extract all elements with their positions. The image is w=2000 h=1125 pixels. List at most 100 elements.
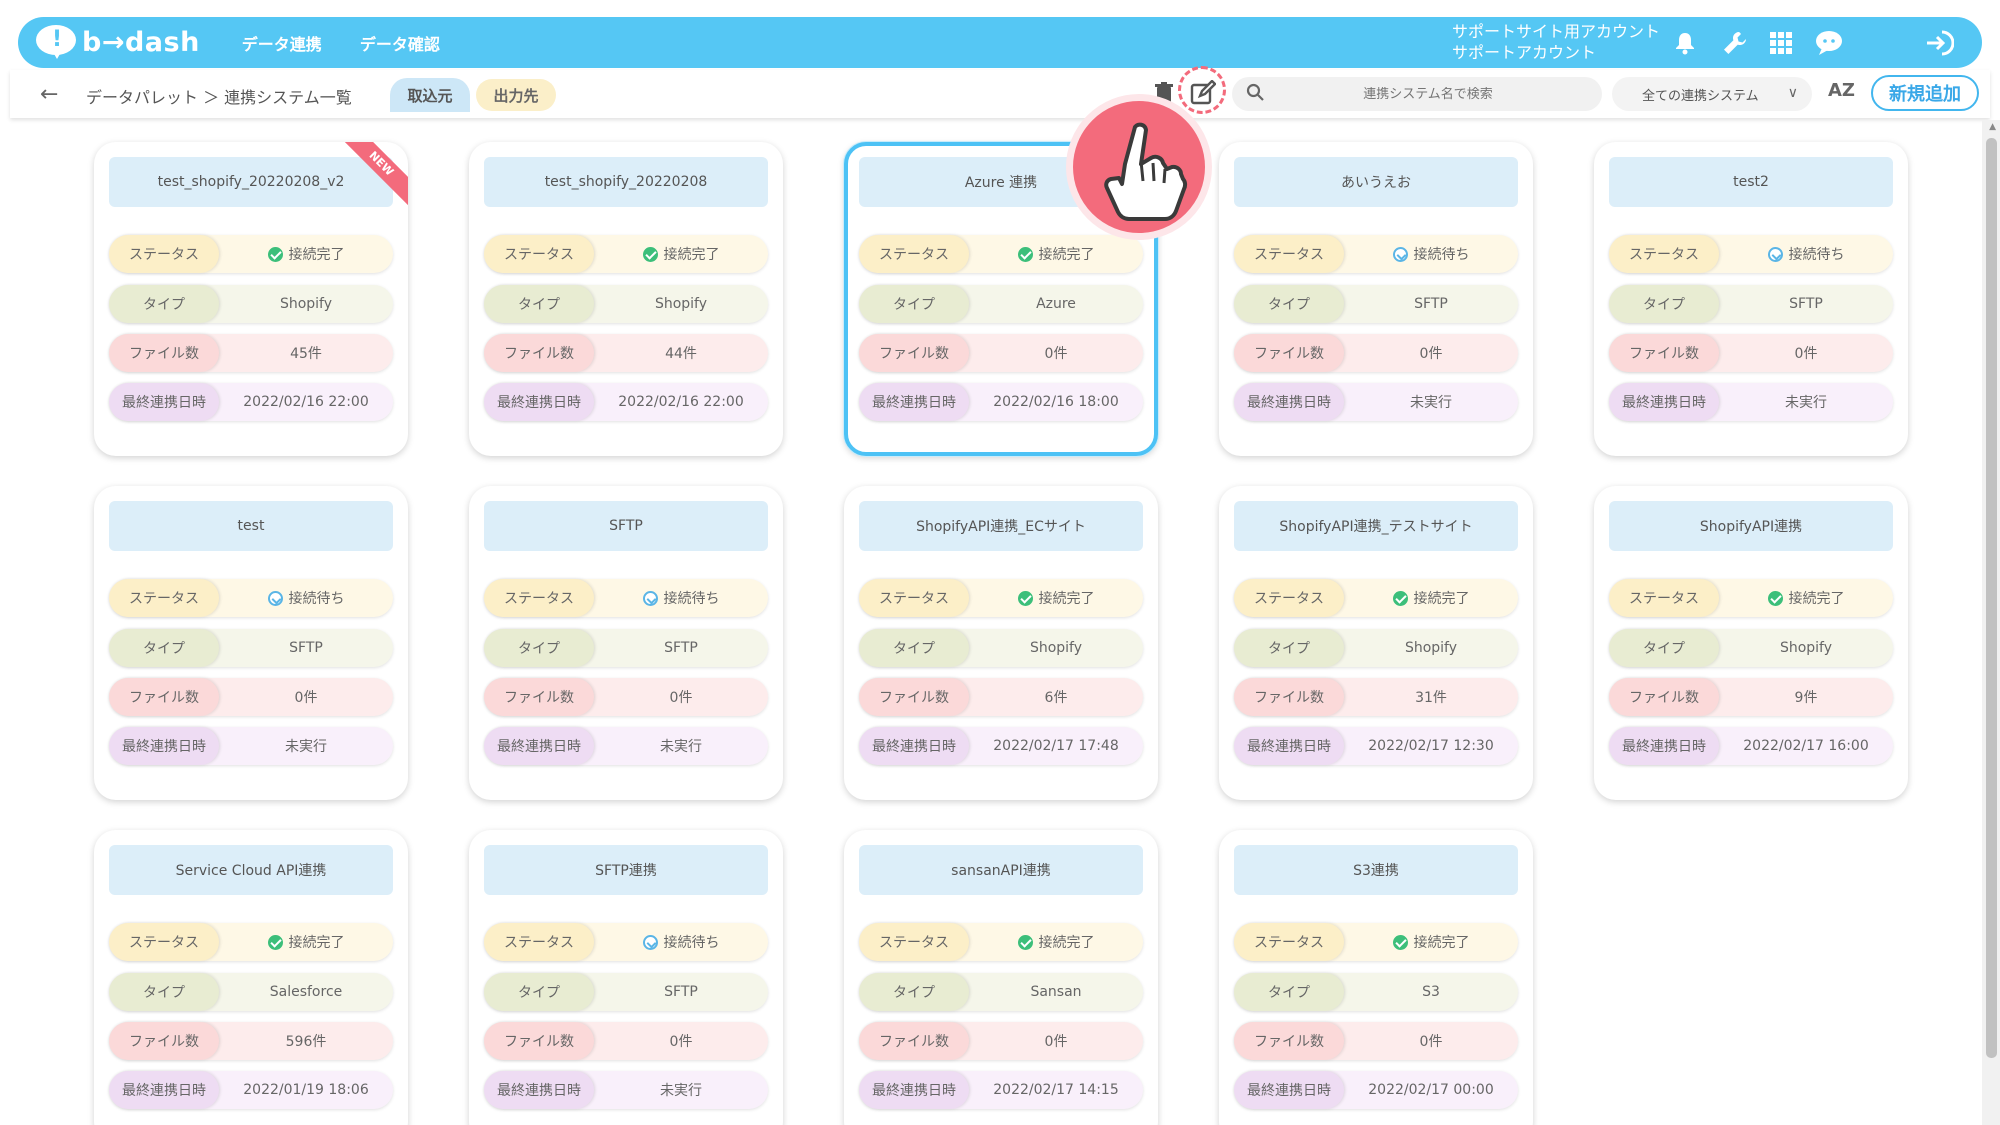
back-arrow-icon[interactable]: ← [40,82,58,107]
file-count-row: ファイル数 45件 [109,334,393,372]
status-row: ステータス 接続完了 [1234,579,1518,617]
type-value: Shopify [279,296,333,312]
system-card[interactable]: SFTP ステータス 接続待ち タイプ SFTP ファイル数 0件 最終連携日時… [469,486,783,800]
status-value: 接続完了 [969,244,1143,264]
type-row: タイプ Shopify [1234,629,1518,667]
last-sync-value: 未実行 [1785,395,1827,411]
grid-icon[interactable] [1766,28,1796,58]
search-input[interactable] [1278,86,1578,102]
status-label: ステータス [1609,579,1719,617]
system-card[interactable]: test_shopify_20220208_v2 ステータス 接続完了 タイプ … [94,142,408,456]
status-label: ステータス [109,235,219,273]
check-circle-icon [267,934,283,950]
bdash-logo[interactable]: ! b→dash [36,24,200,61]
file-count-row: ファイル数 9件 [1609,678,1893,716]
status-row: ステータス 接続完了 [1609,579,1893,617]
type-value: Azure [1036,296,1076,312]
nav-data-check[interactable]: データ確認 [360,31,440,55]
file-count-value: 45件 [290,346,322,362]
last-sync-row: 最終連携日時 未実行 [484,727,768,765]
logout-icon[interactable] [1924,28,1954,58]
system-card[interactable]: ShopifyAPI連携_テストサイト ステータス 接続完了 タイプ Shopi… [1219,486,1533,800]
add-new-button[interactable]: 新規追加 [1871,75,1979,111]
status-row: ステータス 接続完了 [109,923,393,961]
file-count-label: ファイル数 [1609,678,1719,716]
status-row: ステータス 接続完了 [859,235,1143,273]
system-card[interactable]: Service Cloud API連携 ステータス 接続完了 タイプ Sales… [94,830,408,1125]
last-sync-label: 最終連携日時 [109,727,219,765]
check-circle-icon [1017,590,1033,606]
system-card[interactable]: ShopifyAPI連携_ECサイト ステータス 接続完了 タイプ Shopif… [844,486,1158,800]
status-row: ステータス 接続待ち [1609,235,1893,273]
last-sync-label: 最終連携日時 [484,727,594,765]
status-label: ステータス [859,235,969,273]
last-sync-row: 最終連携日時 2022/01/19 18:06 [109,1071,393,1109]
file-count-label: ファイル数 [484,678,594,716]
waiting-circle-icon [642,934,658,950]
file-count-row: ファイル数 44件 [484,334,768,372]
last-sync-row: 最終連携日時 2022/02/16 22:00 [109,383,393,421]
status-value: 接続完了 [219,932,393,952]
type-label: タイプ [484,973,594,1011]
tab-source[interactable]: 取込元 [390,78,470,112]
nav-data-integration[interactable]: データ連携 [242,31,322,55]
file-count-row: ファイル数 6件 [859,678,1143,716]
type-label: タイプ [859,629,969,667]
file-count-label: ファイル数 [109,1022,219,1060]
last-sync-label: 最終連携日時 [859,383,969,421]
system-card[interactable]: SFTP連携 ステータス 接続待ち タイプ SFTP ファイル数 0件 最終連携… [469,830,783,1125]
system-card[interactable]: ShopifyAPI連携 ステータス 接続完了 タイプ Shopify ファイル… [1594,486,1908,800]
waiting-circle-icon [1392,246,1408,262]
scrollbar-thumb[interactable] [1986,138,1997,1058]
type-row: タイプ Shopify [484,285,768,323]
last-sync-value: 未実行 [660,739,702,755]
check-circle-icon [1392,590,1408,606]
waiting-circle-icon [1767,246,1783,262]
system-card[interactable]: S3連携 ステータス 接続完了 タイプ S3 ファイル数 0件 最終連携日時 2… [1219,830,1533,1125]
bell-icon[interactable] [1670,28,1700,58]
scroll-up-arrow-icon[interactable]: ▲ [1989,122,1996,132]
card-title: ShopifyAPI連携_ECサイト [859,501,1143,551]
tab-destination[interactable]: 出力先 [476,79,556,111]
status-label: ステータス [109,579,219,617]
sort-az-icon[interactable]: AZ [1828,80,1855,101]
file-count-label: ファイル数 [859,334,969,372]
check-circle-icon [642,246,658,262]
file-count-row: ファイル数 0件 [484,1022,768,1060]
file-count-label: ファイル数 [109,334,219,372]
wrench-icon[interactable] [1720,28,1750,58]
file-count-label: ファイル数 [1609,334,1719,372]
system-card[interactable]: test2 ステータス 接続待ち タイプ SFTP ファイル数 0件 最終連携日… [1594,142,1908,456]
account-line-2: サポートアカウント [1452,43,1597,62]
search-field[interactable] [1232,77,1602,111]
system-card[interactable]: あいうえお ステータス 接続待ち タイプ SFTP ファイル数 0件 最終連携日… [1219,142,1533,456]
system-card[interactable]: sansanAPI連携 ステータス 接続完了 タイプ Sansan ファイル数 … [844,830,1158,1125]
type-label: タイプ [859,973,969,1011]
type-label: タイプ [109,285,219,323]
account-info[interactable]: サポートサイト用アカウント サポートアカウント [1452,21,1660,63]
file-count-row: ファイル数 0件 [1234,334,1518,372]
status-label: ステータス [484,235,594,273]
app-header: ! b→dash データ連携 データ確認 サポートサイト用アカウント サポートア… [18,17,1982,68]
type-row: タイプ Salesforce [109,973,393,1011]
breadcrumb: データパレット ＞ 連携システム一覧 [86,88,352,107]
type-value: Shopify [1779,640,1833,656]
system-card[interactable]: test_shopify_20220208 ステータス 接続完了 タイプ Sho… [469,142,783,456]
file-count-value: 0件 [1044,346,1068,362]
system-card[interactable]: test ステータス 接続待ち タイプ SFTP ファイル数 0件 最終連携日時… [94,486,408,800]
file-count-label: ファイル数 [859,678,969,716]
system-filter-select[interactable]: 全ての連携システム ∨ [1612,77,1812,111]
type-row: タイプ Sansan [859,973,1143,1011]
chat-icon[interactable] [1814,28,1844,58]
status-value: 接続完了 [969,932,1143,952]
last-sync-label: 最終連携日時 [484,1071,594,1109]
type-value: Shopify [1029,640,1083,656]
file-count-label: ファイル数 [1234,334,1344,372]
last-sync-label: 最終連携日時 [109,383,219,421]
file-count-value: 596件 [285,1034,327,1050]
file-count-label: ファイル数 [1234,1022,1344,1060]
last-sync-row: 最終連携日時 未実行 [1609,383,1893,421]
status-value: 接続完了 [1344,932,1518,952]
file-count-row: ファイル数 0件 [1609,334,1893,372]
last-sync-value: 未実行 [1410,395,1452,411]
